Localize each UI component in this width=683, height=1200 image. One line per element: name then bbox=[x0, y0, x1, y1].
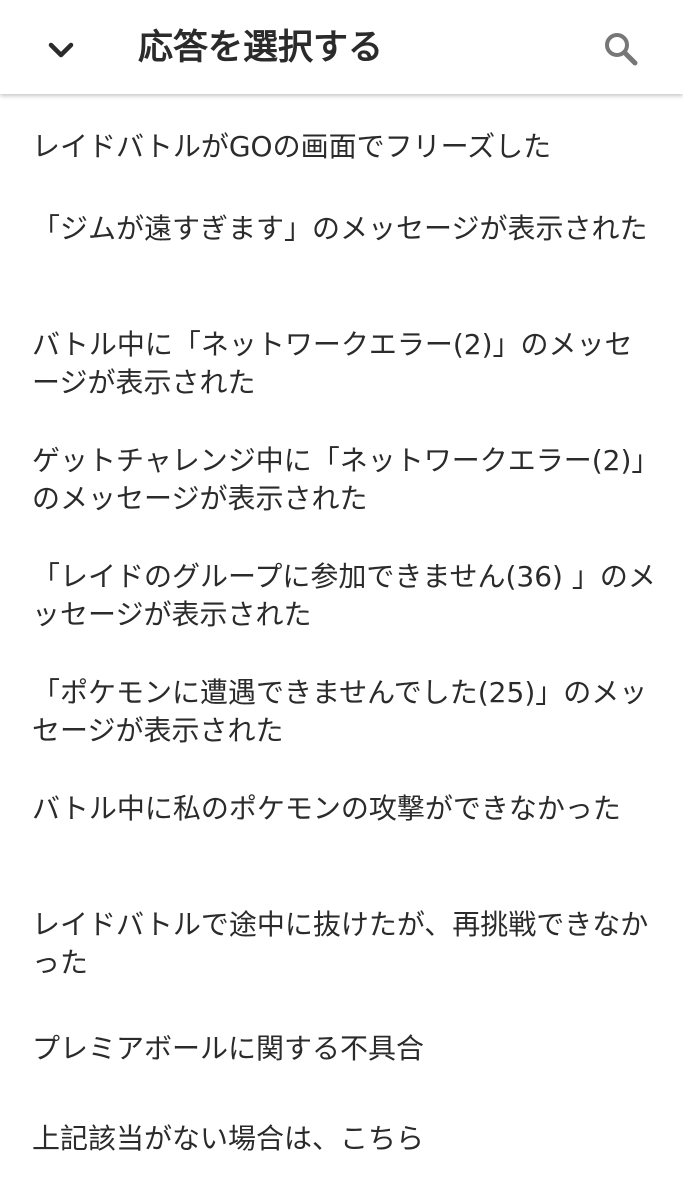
app-header: 応答を選択する bbox=[0, 0, 683, 94]
chevron-down-icon bbox=[48, 42, 74, 58]
response-option-premier-ball[interactable]: プレミアボールに関する不具合 bbox=[32, 1030, 657, 1068]
search-icon bbox=[605, 33, 638, 66]
response-option-encounter-error[interactable]: 「ポケモンに遭遇できませんでした(25)」のメッセージが表示された bbox=[32, 674, 657, 750]
response-option-catch-network-error[interactable]: ゲットチャレンジ中に「ネットワークエラー(2)」のメッセージが表示された bbox=[32, 442, 657, 518]
response-option-battle-network-error[interactable]: バトル中に「ネットワークエラー(2)」のメッセージが表示された bbox=[32, 326, 657, 402]
response-option-gym-too-far[interactable]: 「ジムが遠すぎます」のメッセージが表示された bbox=[32, 210, 657, 248]
response-option-raid-rejoin-failed[interactable]: レイドバトルで途中に抜けたが、再挑戦できなかった bbox=[32, 906, 657, 982]
search-button[interactable] bbox=[598, 26, 644, 72]
response-option-raid-freeze[interactable]: レイドバトルがGOの画面でフリーズした bbox=[32, 128, 657, 166]
response-list: レイドバトルがGOの画面でフリーズした 「ジムが遠すぎます」のメッセージが表示さ… bbox=[0, 94, 683, 1200]
page-title: 応答を選択する bbox=[138, 28, 384, 68]
response-option-raid-group-error[interactable]: 「レイドのグループに参加できません(36) 」のメッセージが表示された bbox=[32, 558, 657, 634]
response-option-attack-failed[interactable]: バトル中に私のポケモンの攻撃ができなかった bbox=[32, 790, 657, 828]
back-button[interactable] bbox=[38, 27, 84, 73]
response-option-other[interactable]: 上記該当がない場合は、こちら bbox=[32, 1120, 657, 1158]
